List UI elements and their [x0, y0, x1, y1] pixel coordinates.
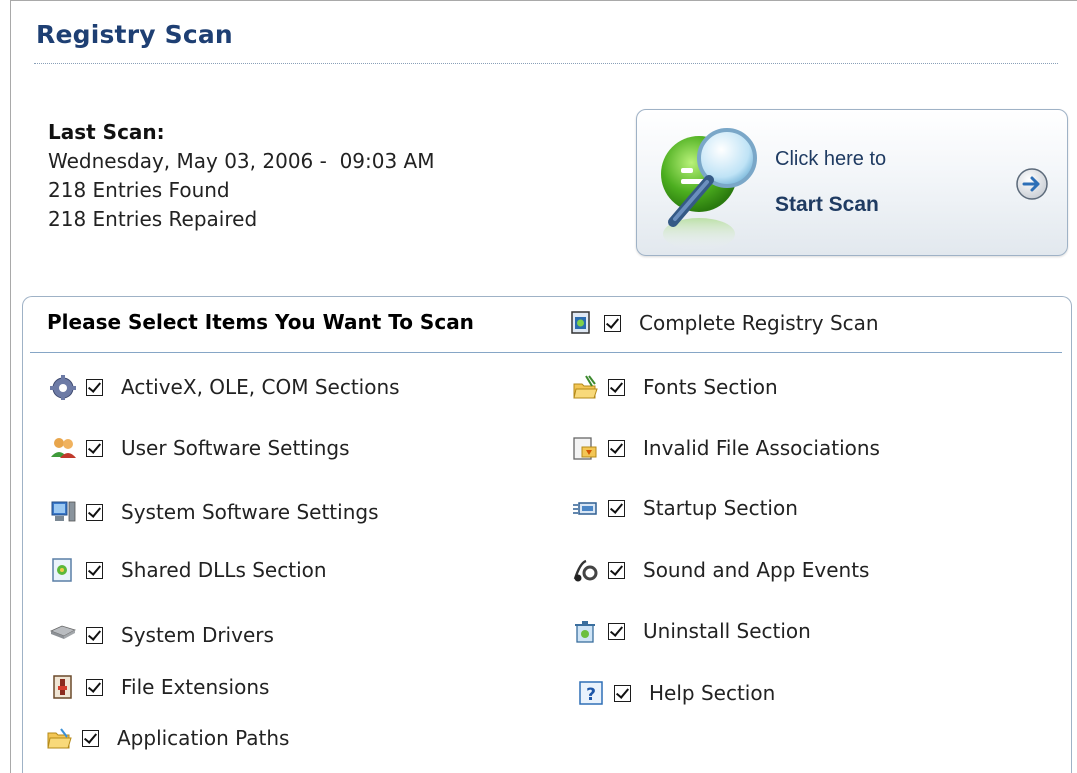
- uninstall-icon: [575, 621, 595, 643]
- list-item[interactable]: System Software Settings: [50, 497, 379, 527]
- item-label: Uninstall Section: [643, 619, 811, 643]
- item-label: Startup Section: [643, 496, 798, 520]
- item-label: Shared DLLs Section: [121, 558, 327, 582]
- item-label: Fonts Section: [643, 375, 778, 399]
- last-scan-date: Wednesday, May 03, 2006 - 09:03 AM: [48, 149, 435, 173]
- page-title: Registry Scan: [36, 20, 233, 49]
- item-checkbox[interactable]: [86, 439, 103, 457]
- item-checkbox[interactable]: [608, 622, 625, 640]
- list-item[interactable]: User Software Settings: [50, 433, 350, 463]
- last-scan-label: Last Scan:: [48, 120, 165, 144]
- item-checkbox[interactable]: [82, 729, 99, 747]
- item-checkbox[interactable]: [614, 684, 631, 702]
- item-checkbox[interactable]: [86, 678, 103, 696]
- item-label: Application Paths: [117, 726, 290, 750]
- item-label: Help Section: [649, 681, 776, 705]
- help-icon: ?: [579, 681, 603, 705]
- drive-icon: [50, 625, 76, 639]
- list-item[interactable]: Fonts Section: [572, 372, 778, 402]
- item-label: ActiveX, OLE, COM Sections: [121, 375, 400, 399]
- svg-text:?: ?: [586, 685, 596, 705]
- scan-button-line1: Click here to: [775, 148, 887, 170]
- entries-found: 218 Entries Found: [48, 178, 230, 202]
- file-association-icon: [573, 437, 597, 460]
- list-item[interactable]: Application Paths: [46, 723, 289, 753]
- item-label: User Software Settings: [121, 436, 350, 460]
- list-item[interactable]: System Drivers: [50, 620, 274, 650]
- magnifier-icon: [661, 128, 757, 250]
- font-folder-icon: [573, 375, 598, 399]
- item-checkbox[interactable]: [608, 499, 625, 517]
- scan-options-divider: [30, 352, 1062, 353]
- item-checkbox[interactable]: [86, 561, 103, 579]
- list-item[interactable]: Invalid File Associations: [572, 433, 880, 463]
- registry-icon: [571, 311, 590, 334]
- complete-registry-scan-label: Complete Registry Scan: [639, 311, 879, 335]
- complete-registry-scan-item[interactable]: Complete Registry Scan: [568, 308, 879, 338]
- users-icon: [51, 438, 76, 458]
- start-scan-button[interactable]: Click here to Start Scan: [636, 109, 1068, 256]
- computer-icon: [51, 501, 76, 522]
- list-item[interactable]: Shared DLLs Section: [50, 555, 327, 585]
- item-label: Sound and App Events: [643, 558, 870, 582]
- dll-icon: [52, 558, 72, 582]
- startup-icon: [573, 502, 597, 515]
- list-item[interactable]: ? Help Section: [578, 678, 775, 708]
- file-extension-icon: [53, 675, 72, 699]
- item-checkbox[interactable]: [86, 503, 103, 521]
- list-item[interactable]: File Extensions: [50, 672, 269, 702]
- item-checkbox[interactable]: [608, 561, 625, 579]
- list-item[interactable]: ActiveX, OLE, COM Sections: [50, 372, 400, 402]
- entries-repaired: 218 Entries Repaired: [48, 207, 258, 231]
- folder-icon: [47, 728, 72, 749]
- item-checkbox[interactable]: [86, 626, 103, 644]
- item-label: File Extensions: [121, 675, 270, 699]
- scan-button-line2: Start Scan: [775, 193, 879, 216]
- list-item[interactable]: Sound and App Events: [572, 555, 869, 585]
- title-divider: [34, 63, 1058, 64]
- scan-options-heading: Please Select Items You Want To Scan: [47, 310, 474, 334]
- item-checkbox[interactable]: [608, 439, 625, 457]
- complete-registry-scan-checkbox[interactable]: [604, 314, 621, 332]
- list-item[interactable]: Startup Section: [572, 493, 798, 523]
- gear-icon: [50, 375, 76, 400]
- item-label: System Software Settings: [121, 500, 379, 524]
- sound-icon: [573, 559, 598, 582]
- item-label: Invalid File Associations: [643, 436, 880, 460]
- arrow-right-icon: [1016, 168, 1048, 200]
- item-label: System Drivers: [121, 623, 274, 647]
- list-item[interactable]: Uninstall Section: [572, 616, 811, 646]
- item-checkbox[interactable]: [86, 378, 103, 396]
- item-checkbox[interactable]: [608, 378, 625, 396]
- last-scan-info: Last Scan: Wednesday, May 03, 2006 - 09:…: [48, 118, 435, 234]
